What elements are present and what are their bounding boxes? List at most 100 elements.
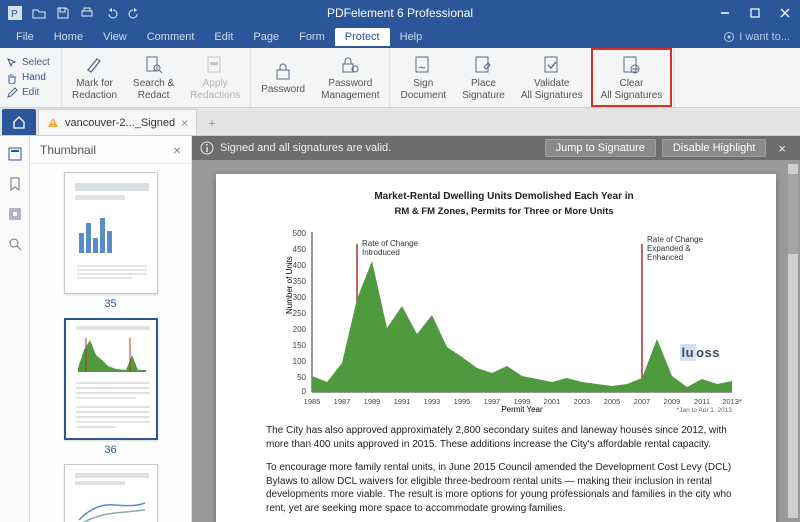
title-bar: P PDFelement 6 Professional: [0, 0, 800, 26]
svg-text:350: 350: [293, 277, 307, 286]
svg-text:2001: 2001: [544, 397, 561, 406]
sigbar-close-icon[interactable]: ×: [772, 141, 792, 156]
apply-redactions-button: Apply Redactions: [182, 50, 248, 105]
side-rail: [0, 136, 30, 522]
svg-text:*Jan to Apr 1, 2013: *Jan to Apr 1, 2013: [677, 407, 733, 412]
minimize-button[interactable]: [710, 0, 740, 26]
menu-form[interactable]: Form: [289, 28, 335, 46]
close-button[interactable]: [770, 0, 800, 26]
document-tab-label: vancouver-2..._Signed: [65, 117, 175, 129]
search-doc-icon: [144, 54, 164, 76]
bookmarks-icon[interactable]: [7, 176, 23, 192]
svg-text:1987: 1987: [334, 397, 351, 406]
password-button[interactable]: Password: [253, 56, 313, 100]
highlighter-icon: [85, 54, 105, 76]
signature-bar: Signed and all signatures are valid. Jum…: [192, 136, 800, 160]
thumbnail-37[interactable]: 37: [64, 464, 158, 522]
svg-text:1997: 1997: [484, 397, 501, 406]
svg-text:2007: 2007: [634, 397, 651, 406]
menu-bar: File Home View Comment Edit Page Form Pr…: [0, 26, 800, 48]
new-tab-button[interactable]: +: [201, 113, 223, 135]
thumbnail-close-icon[interactable]: ×: [173, 142, 181, 158]
svg-text:400: 400: [293, 261, 307, 270]
svg-text:Rate of ChangeIntroduced: Rate of ChangeIntroduced: [362, 239, 419, 257]
menu-view[interactable]: View: [93, 28, 137, 46]
menu-comment[interactable]: Comment: [137, 28, 205, 46]
page-view[interactable]: Market-Rental Dwelling Units Demolished …: [192, 160, 800, 522]
menu-home[interactable]: Home: [44, 28, 93, 46]
signature-message: Signed and all signatures are valid.: [220, 142, 391, 154]
menu-file[interactable]: File: [6, 28, 44, 46]
document-area: Signed and all signatures are valid. Jum…: [192, 136, 800, 522]
svg-text:1995: 1995: [454, 397, 471, 406]
clear-sig-icon: [621, 54, 641, 76]
edit-tool[interactable]: Edit: [4, 86, 57, 100]
thumbnail-title: Thumbnail: [40, 143, 96, 157]
save-icon[interactable]: [54, 4, 72, 22]
hand-tool[interactable]: Hand: [4, 71, 57, 85]
thumbnail-35[interactable]: 35: [64, 172, 158, 310]
tab-close-icon[interactable]: ×: [181, 116, 188, 130]
thumbnails-icon[interactable]: [7, 146, 23, 162]
password-mgmt-button[interactable]: Password Management: [313, 50, 387, 105]
place-sig-icon: [473, 54, 493, 76]
chart-subtitle: RM & FM Zones, Permits for Three or More…: [266, 206, 742, 219]
svg-text:2011: 2011: [694, 397, 710, 406]
menu-edit[interactable]: Edit: [204, 28, 243, 46]
svg-text:2009: 2009: [664, 397, 681, 406]
open-icon[interactable]: [30, 4, 48, 22]
svg-text:1991: 1991: [394, 397, 411, 406]
svg-text:0: 0: [302, 387, 307, 396]
document-tab[interactable]: vancouver-2..._Signed ×: [38, 109, 197, 135]
sign-document-button[interactable]: Sign Document: [392, 50, 454, 105]
svg-text:Rate of ChangeExpanded &Enhanc: Rate of ChangeExpanded &Enhanced: [647, 235, 704, 262]
undo-icon[interactable]: [102, 4, 120, 22]
search-panel-icon[interactable]: [7, 236, 23, 252]
chart: 500450400 350300250 200150100 500 Number…: [266, 224, 742, 414]
svg-text:2005: 2005: [604, 397, 621, 406]
attachments-icon[interactable]: [7, 206, 23, 222]
validate-signatures-button[interactable]: Validate All Signatures: [513, 50, 591, 105]
watermark-logo: luoss: [680, 344, 720, 362]
paragraph-2: To encourage more family rental units, i…: [266, 461, 742, 515]
warning-icon: [47, 117, 59, 129]
disable-highlight-button[interactable]: Disable Highlight: [662, 139, 767, 157]
sign-doc-icon: [413, 54, 433, 76]
tell-me[interactable]: I want to...: [723, 31, 794, 43]
menu-protect[interactable]: Protect: [335, 28, 390, 46]
svg-text:200: 200: [293, 325, 307, 334]
svg-text:1985: 1985: [304, 397, 321, 406]
mark-redaction-button[interactable]: Mark for Redaction: [64, 50, 125, 105]
svg-text:300: 300: [293, 293, 307, 302]
svg-text:50: 50: [297, 373, 306, 382]
svg-text:1989: 1989: [364, 397, 381, 406]
svg-text:500: 500: [293, 229, 307, 238]
maximize-button[interactable]: [740, 0, 770, 26]
app-icon: P: [6, 4, 24, 22]
thumbnail-36[interactable]: 36: [64, 318, 158, 456]
tell-me-label: I want to...: [739, 31, 790, 43]
svg-text:250: 250: [293, 309, 307, 318]
lock-gear-icon: [340, 54, 360, 76]
svg-text:150: 150: [293, 341, 307, 350]
svg-text:Number of Units: Number of Units: [285, 257, 294, 315]
pdf-page: Market-Rental Dwelling Units Demolished …: [216, 174, 776, 522]
home-tab-button[interactable]: [2, 109, 36, 135]
svg-text:P: P: [11, 9, 18, 20]
vertical-scrollbar[interactable]: [788, 164, 798, 518]
lock-icon: [273, 60, 293, 82]
menu-page[interactable]: Page: [243, 28, 289, 46]
jump-signature-button[interactable]: Jump to Signature: [545, 139, 656, 157]
scrollbar-thumb[interactable]: [788, 174, 798, 254]
search-redact-button[interactable]: Search & Redact: [125, 50, 182, 105]
svg-text:2003: 2003: [574, 397, 591, 406]
print-icon[interactable]: [78, 4, 96, 22]
place-signature-button[interactable]: Place Signature: [454, 50, 513, 105]
redo-icon[interactable]: [126, 4, 144, 22]
menu-help[interactable]: Help: [390, 28, 433, 46]
svg-text:1993: 1993: [424, 397, 441, 406]
select-tool[interactable]: Select: [4, 56, 57, 70]
clear-signatures-button[interactable]: Clear All Signatures: [591, 48, 673, 107]
svg-text:450: 450: [293, 245, 307, 254]
chart-title: Market-Rental Dwelling Units Demolished …: [266, 190, 742, 204]
